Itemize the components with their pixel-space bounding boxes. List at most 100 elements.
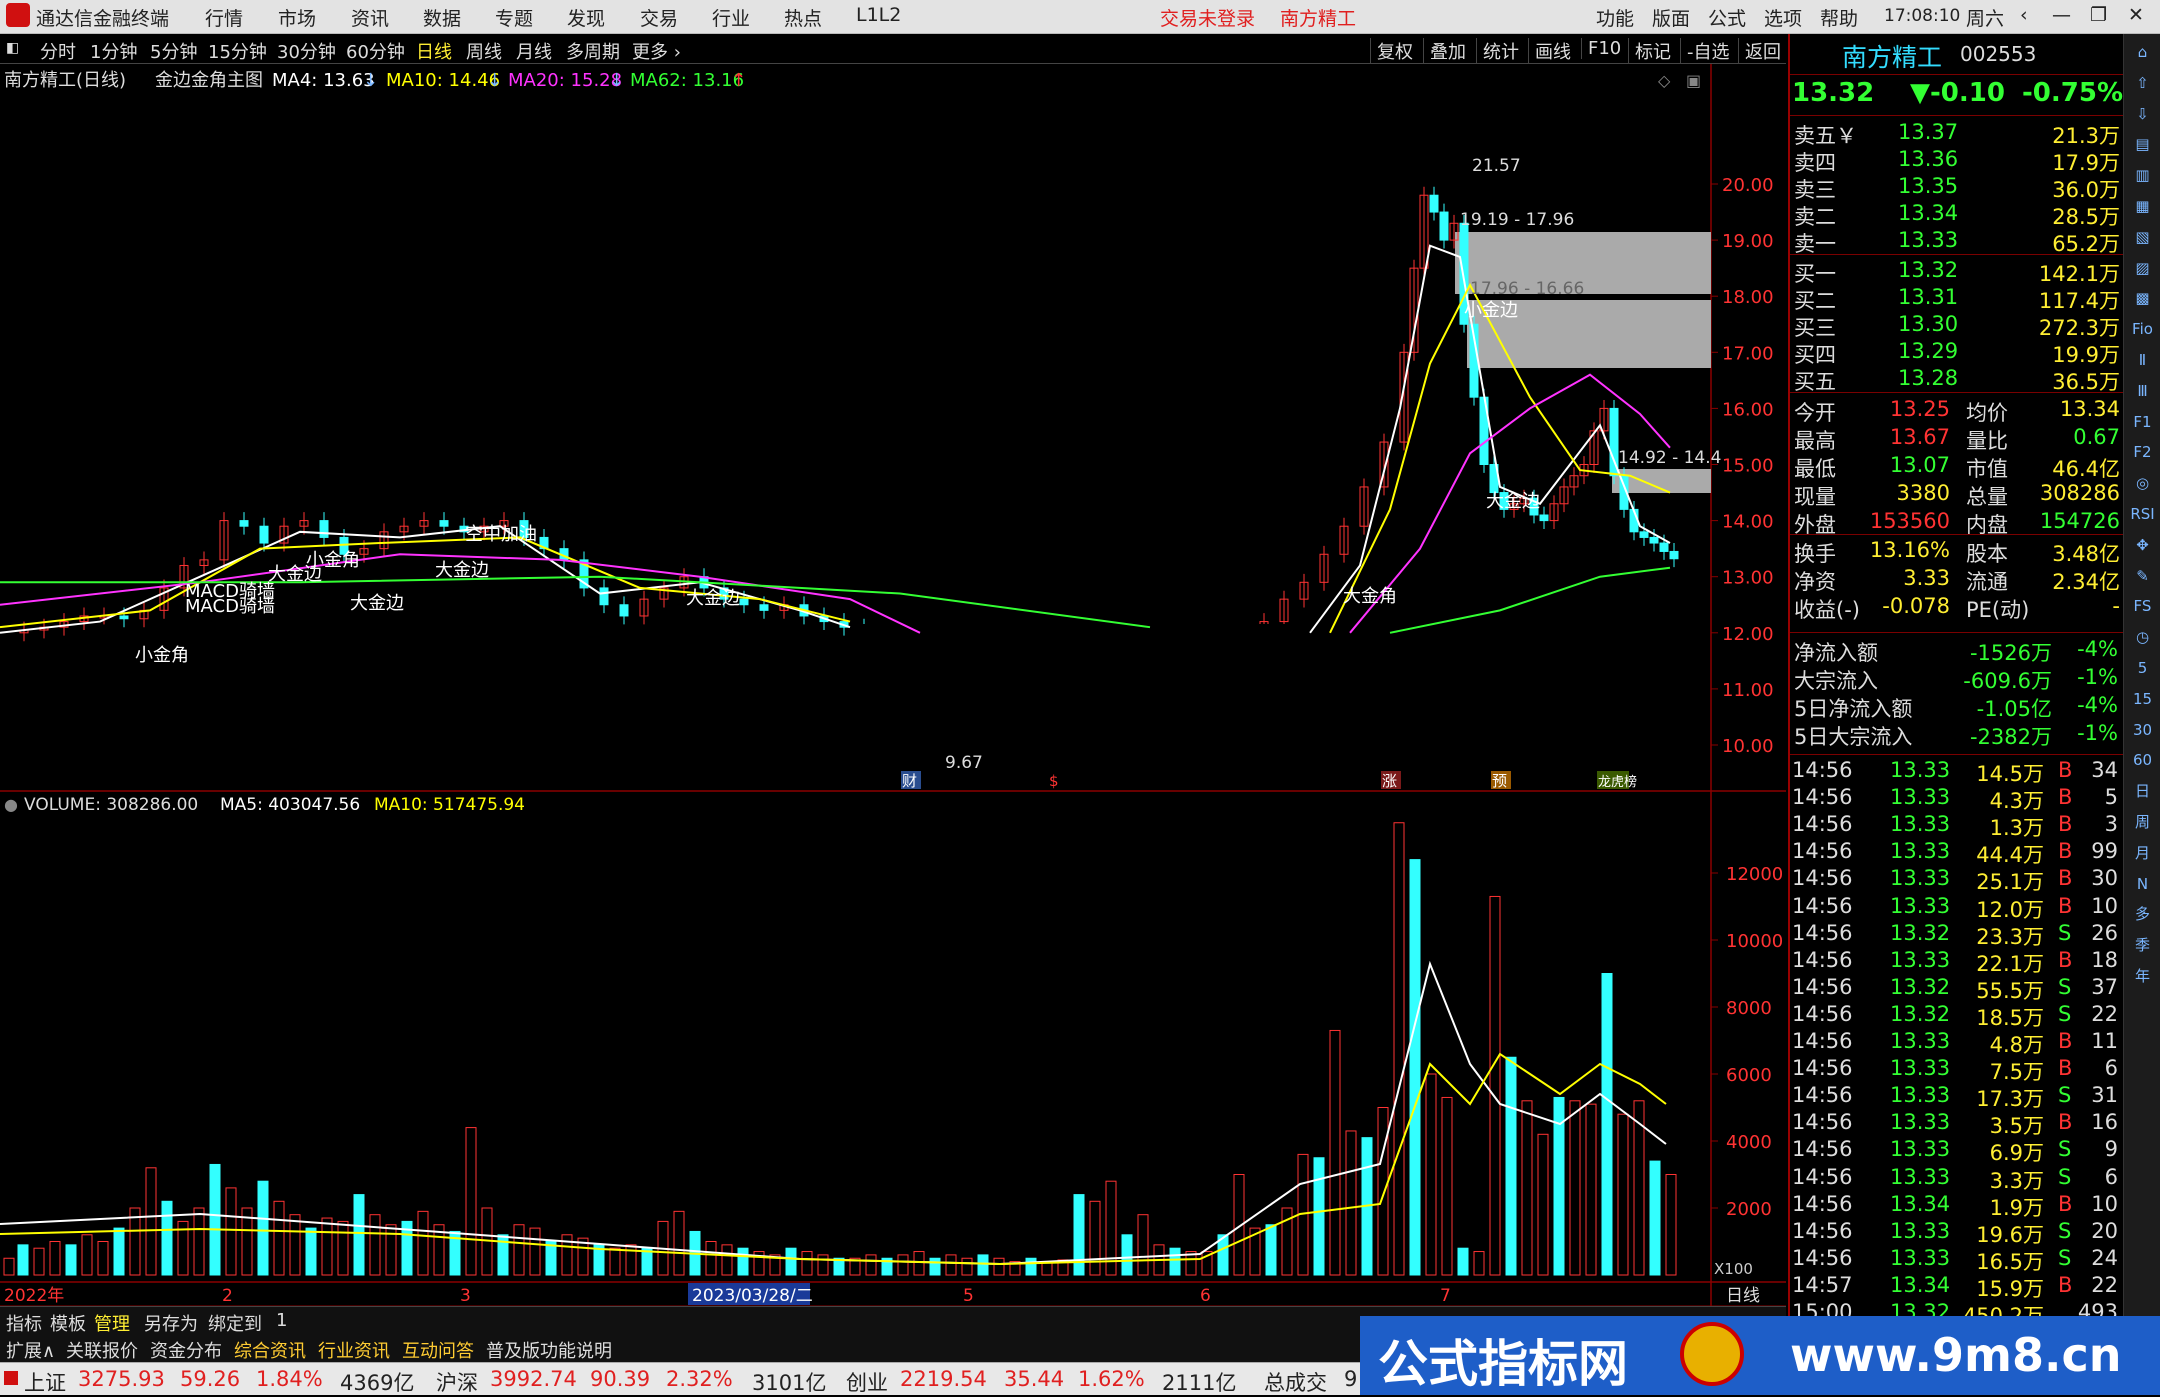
tab-save-as[interactable]: 另存为: [144, 1310, 198, 1336]
menu-quotes[interactable]: 行情: [205, 4, 243, 31]
sidebar-tool-icon[interactable]: F2: [2128, 438, 2157, 466]
sidebar-tool-icon[interactable]: ▩: [2128, 284, 2157, 312]
hs-label[interactable]: 沪深: [436, 1367, 478, 1397]
tool-button[interactable]: 返回: [1738, 38, 1781, 64]
tab-bind[interactable]: 绑定到: [208, 1310, 262, 1336]
tool-button[interactable]: 叠加: [1423, 38, 1466, 64]
indicator-name[interactable]: 金边金角主图: [155, 70, 263, 91]
sidebar-tool-icon[interactable]: Ⅲ: [2128, 377, 2157, 405]
ask-price[interactable]: 13.37: [1898, 120, 1958, 144]
sidebar-tool-icon[interactable]: Ⅱ: [2128, 346, 2157, 374]
login-status[interactable]: 交易未登录: [1160, 4, 1255, 31]
menu-data[interactable]: 数据: [423, 4, 461, 31]
tool-button[interactable]: F10: [1581, 38, 1621, 59]
sidebar-tool-icon[interactable]: ⇩: [2128, 100, 2157, 128]
bid-price[interactable]: 13.31: [1898, 285, 1958, 309]
back-nav-icon[interactable]: ‹: [2020, 4, 2028, 26]
sidebar-tool-icon[interactable]: 周: [2128, 808, 2157, 836]
menu-news[interactable]: 资讯: [351, 4, 389, 31]
sidebar-tool-icon[interactable]: FS: [2128, 592, 2157, 620]
tool-button[interactable]: 画线: [1528, 38, 1571, 64]
sidebar-tool-icon[interactable]: ⌂: [2128, 38, 2157, 66]
sidebar-tool-icon[interactable]: ▤: [2128, 130, 2157, 158]
period-tab[interactable]: 1分钟: [90, 38, 137, 64]
tool-button[interactable]: 复权: [1370, 38, 1413, 64]
menu-options[interactable]: 选项: [1764, 4, 1802, 31]
tab-related-quotes[interactable]: 关联报价: [66, 1337, 138, 1363]
period-tab[interactable]: 分时: [40, 38, 76, 64]
period-tab[interactable]: 60分钟: [346, 38, 405, 64]
sidebar-tool-icon[interactable]: Fio: [2128, 315, 2157, 343]
sidebar-tool-icon[interactable]: 日: [2128, 777, 2157, 805]
tab-capital[interactable]: 资金分布: [150, 1337, 222, 1363]
bid-price[interactable]: 13.32: [1898, 258, 1958, 282]
menu-market[interactable]: 市场: [278, 4, 316, 31]
sidebar-tool-icon[interactable]: 5: [2128, 654, 2157, 682]
menu-help[interactable]: 帮助: [1820, 4, 1858, 31]
sidebar-tool-icon[interactable]: ✥: [2128, 531, 2157, 559]
tab-news[interactable]: 综合资讯: [234, 1337, 306, 1363]
menu-l1l2[interactable]: L1L2: [856, 4, 901, 26]
panel-toggle-icon[interactable]: ▣: [1686, 71, 1701, 90]
menu-industry[interactable]: 行业: [712, 4, 750, 31]
period-tab[interactable]: 15分钟: [208, 38, 267, 64]
menu-trade[interactable]: 交易: [640, 4, 678, 31]
tool-button[interactable]: 统计: [1476, 38, 1519, 64]
sidebar-tool-icon[interactable]: N: [2128, 870, 2157, 898]
tab-qa[interactable]: 互动问答: [402, 1337, 474, 1363]
tab-indicator[interactable]: 指标: [6, 1310, 42, 1336]
sidebar-tool-icon[interactable]: F1: [2128, 408, 2157, 436]
sidebar-tool-icon[interactable]: 30: [2128, 716, 2157, 744]
tool-button[interactable]: 标记: [1628, 38, 1671, 64]
minimize-icon[interactable]: —: [2052, 4, 2071, 26]
tab-expand[interactable]: 扩展∧: [6, 1337, 55, 1363]
tab-industry-news[interactable]: 行业资讯: [318, 1337, 390, 1363]
period-tab[interactable]: 月线: [516, 38, 552, 64]
sidebar-tool-icon[interactable]: ▦: [2128, 192, 2157, 220]
sidebar-tool-icon[interactable]: ✎: [2128, 562, 2157, 590]
event-marker-finance[interactable]: 财: [902, 772, 917, 790]
bid-price[interactable]: 13.30: [1898, 312, 1958, 336]
sidebar-tool-icon[interactable]: ◎: [2128, 469, 2157, 497]
menu-formula[interactable]: 公式: [1708, 4, 1746, 31]
tab-help[interactable]: 普及版功能说明: [486, 1337, 612, 1363]
sidebar-tool-icon[interactable]: ⇧: [2128, 69, 2157, 97]
sidebar-tool-icon[interactable]: 季: [2128, 931, 2157, 959]
sidebar-tool-icon[interactable]: ▥: [2128, 161, 2157, 189]
sidebar-tool-icon[interactable]: ▨: [2128, 254, 2157, 282]
menu-topics[interactable]: 专题: [495, 4, 533, 31]
period-tab[interactable]: 30分钟: [277, 38, 336, 64]
menu-layout[interactable]: 版面: [1652, 4, 1690, 31]
menu-discover[interactable]: 发现: [567, 4, 605, 31]
cy-label[interactable]: 创业: [846, 1367, 888, 1397]
period-tab[interactable]: 周线: [466, 38, 502, 64]
menu-hot[interactable]: 热点: [784, 4, 822, 31]
sidebar-tool-icon[interactable]: ◷: [2128, 623, 2157, 651]
diamond-icon[interactable]: ◇: [1658, 71, 1671, 90]
tab-number[interactable]: 1: [276, 1310, 287, 1331]
event-marker-forecast[interactable]: 预: [1492, 772, 1507, 790]
event-marker-dividend[interactable]: $: [1049, 772, 1059, 790]
sidebar-tool-icon[interactable]: 多: [2128, 900, 2157, 928]
restore-icon[interactable]: ❐: [2090, 4, 2107, 26]
sidebar-tool-icon[interactable]: 年: [2128, 962, 2157, 990]
kline-chart[interactable]: 20.00 19.00 18.00 17.00 16.00 15.00 14.00 13.00…: [0, 64, 1786, 1306]
tab-template[interactable]: 模板: [50, 1310, 86, 1336]
period-tab-more[interactable]: 更多 ›: [632, 38, 681, 64]
ask-price[interactable]: 13.36: [1898, 147, 1958, 171]
sh-label[interactable]: 上证: [24, 1367, 66, 1397]
sidebar-tool-icon[interactable]: ▧: [2128, 223, 2157, 251]
sidebar-tool-icon[interactable]: 月: [2128, 839, 2157, 867]
collapse-icon[interactable]: ◧: [6, 40, 19, 56]
close-icon[interactable]: ✕: [2128, 4, 2144, 26]
sidebar-tool-icon[interactable]: 15: [2128, 685, 2157, 713]
sidebar-tool-icon[interactable]: 60: [2128, 746, 2157, 774]
period-tab-active[interactable]: 日线: [416, 38, 452, 64]
bid-price[interactable]: 13.29: [1898, 339, 1958, 363]
ask-price[interactable]: 13.35: [1898, 174, 1958, 198]
volume-toggle-icon[interactable]: ●: [4, 795, 18, 814]
period-tab[interactable]: 多周期: [566, 38, 620, 64]
tab-manage[interactable]: 管理: [94, 1310, 130, 1336]
tool-button[interactable]: -自选: [1680, 38, 1730, 64]
period-tab[interactable]: 5分钟: [150, 38, 197, 64]
